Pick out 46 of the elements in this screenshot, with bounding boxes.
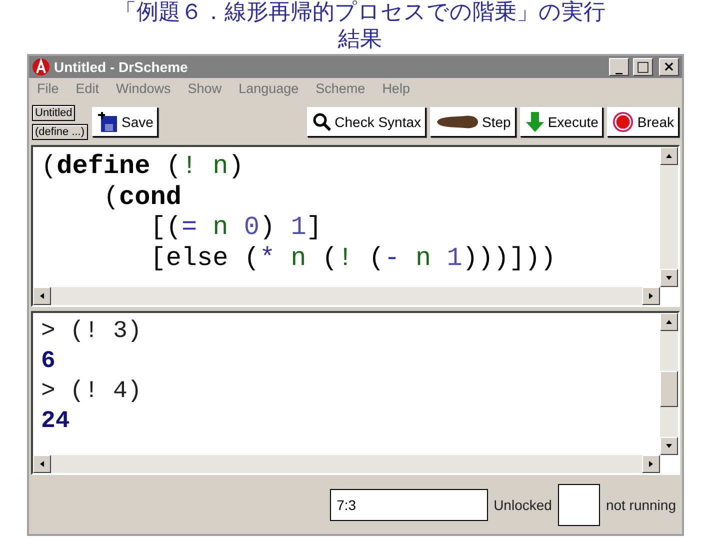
scroll-down-button[interactable]: [660, 269, 678, 287]
scroll-down-button[interactable]: [660, 437, 678, 455]
magnifier-icon: [312, 112, 332, 132]
break-button[interactable]: Break: [607, 107, 679, 137]
running-indicator: [558, 484, 600, 526]
scroll-right-button[interactable]: [642, 455, 660, 473]
lock-status: Unlocked: [494, 496, 552, 512]
scroll-left-button[interactable]: [33, 455, 51, 473]
prompt-line: > (! 3): [41, 317, 143, 347]
result-line: 6: [41, 347, 56, 377]
code-line: (define (! n): [41, 151, 245, 182]
scroll-up-button[interactable]: [660, 147, 678, 165]
check-button[interactable]: Check Syntax: [306, 107, 426, 137]
down-arrow-icon: [524, 111, 545, 133]
scroll-up-button[interactable]: [660, 313, 678, 331]
horizontal-scrollbar[interactable]: [33, 287, 660, 305]
vertical-scrollbar[interactable]: [660, 313, 678, 455]
minimize-button[interactable]: _: [609, 58, 629, 76]
maximize-button[interactable]: □: [633, 58, 653, 76]
foot-icon: [435, 113, 480, 131]
vertical-scrollbar[interactable]: [660, 147, 678, 287]
scroll-left-button[interactable]: [33, 287, 51, 305]
define-menu-button[interactable]: (define ...): [32, 124, 88, 140]
slide-title: 結果: [338, 26, 382, 53]
slide-title: 「例題６．線形再帰的プロセスでの階乗」の実行: [114, 0, 606, 26]
app-logo-icon: [32, 58, 50, 76]
execute-button[interactable]: Execute: [520, 107, 604, 137]
step-button[interactable]: Step: [430, 107, 516, 137]
file-name-button[interactable]: Untitled: [32, 104, 76, 120]
prompt-line: > (! 4): [41, 377, 143, 407]
code-line: [else (* n (! (- n 1)))])): [149, 242, 557, 273]
scroll-thumb[interactable]: [660, 371, 678, 407]
code-line: (cond: [102, 182, 182, 212]
run-status: not running: [606, 496, 676, 512]
definitions-pane[interactable]: (define (! n) (cond [(= n 0) 1] [else (* n (! (- n 1)))])): [31, 145, 680, 307]
save-button[interactable]: Save: [92, 107, 158, 137]
window-title: Untitled - DrScheme: [54, 59, 188, 75]
horizontal-scrollbar[interactable]: [33, 455, 660, 473]
interactions-pane[interactable]: > (! 3) 6 > (! 4) 24: [31, 311, 680, 475]
position-field: 7:3: [330, 488, 488, 520]
floppy-disk-icon: [96, 111, 119, 133]
stop-sign-icon: [612, 111, 634, 133]
close-button[interactable]: ×: [659, 58, 679, 76]
scroll-right-button[interactable]: [642, 287, 660, 305]
result-line: 24: [41, 407, 71, 437]
code-line: [(= n 0) 1]: [149, 212, 323, 242]
